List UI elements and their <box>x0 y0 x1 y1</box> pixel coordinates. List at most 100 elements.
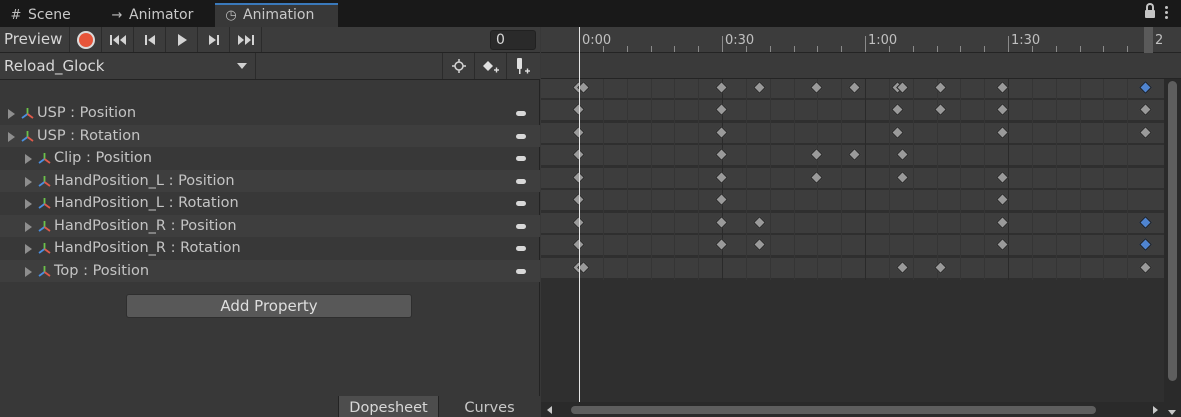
property-options-icon[interactable] <box>516 268 526 274</box>
property-options-icon[interactable] <box>516 111 526 116</box>
expand-arrow-icon[interactable] <box>25 154 32 164</box>
transform-icon <box>38 198 51 209</box>
add-keyframe-icon <box>482 61 499 73</box>
expand-arrow-icon[interactable] <box>25 244 32 254</box>
ruler-minor-tick <box>1103 46 1105 52</box>
vertical-scroll-thumb[interactable] <box>1168 81 1177 381</box>
property-row[interactable]: Clip : Position <box>0 147 540 170</box>
add-property-button[interactable]: Add Property <box>126 294 412 318</box>
ruler-minor-tick <box>674 46 676 52</box>
keyframe-track[interactable] <box>541 100 1164 120</box>
property-options-icon[interactable] <box>516 246 526 251</box>
ruler-end-label: 2 <box>1155 33 1164 48</box>
ruler-minor-tick <box>817 46 819 52</box>
play-icon <box>177 33 187 46</box>
property-label: HandPosition_L : Position <box>54 172 235 189</box>
tab-curves[interactable]: Curves <box>438 396 540 417</box>
ruler-time-label: 0:00 <box>582 33 612 48</box>
play-button[interactable] <box>166 27 198 52</box>
grid-line <box>1079 79 1081 280</box>
grid-line <box>650 79 652 280</box>
scroll-right-arrow[interactable] <box>1153 406 1158 414</box>
keyframe-track[interactable] <box>541 122 1164 143</box>
step-back-icon <box>144 34 155 45</box>
ruler-major-tick <box>722 36 723 52</box>
skip-start-icon <box>109 34 126 45</box>
keyframe-track[interactable] <box>541 257 1164 278</box>
expand-arrow-icon[interactable] <box>25 176 32 187</box>
transform-icon <box>21 130 34 142</box>
tab-animator[interactable]: → Animator <box>101 3 214 27</box>
lock-icon[interactable] <box>1145 3 1155 18</box>
property-options-icon[interactable] <box>516 178 526 184</box>
property-row[interactable]: HandPosition_L : Rotation <box>0 192 540 215</box>
expand-arrow-icon[interactable] <box>8 131 15 142</box>
next-keyframe-button[interactable] <box>198 27 230 52</box>
expand-arrow-icon[interactable] <box>25 221 32 232</box>
chevron-down-icon <box>237 63 247 69</box>
preview-button[interactable]: Preview <box>0 27 70 52</box>
property-options-icon[interactable] <box>516 201 526 206</box>
property-row[interactable]: HandPosition_L : Position <box>0 169 540 192</box>
scroll-down-arrow[interactable] <box>1168 410 1176 415</box>
scroll-left-arrow[interactable] <box>547 406 552 414</box>
property-label: USP : Position <box>37 105 137 121</box>
property-options-icon[interactable] <box>516 156 526 161</box>
expand-arrow-icon[interactable] <box>25 199 32 209</box>
property-row[interactable]: Top : Position <box>0 259 540 282</box>
ruler-time-label: 1:00 <box>868 33 898 48</box>
transform-icon <box>38 220 51 232</box>
add-keyframe-button[interactable] <box>474 53 506 79</box>
clip-dropdown[interactable]: Reload_Glock <box>0 53 256 79</box>
ruler-minor-tick <box>984 46 986 52</box>
grid-icon: # <box>10 8 22 23</box>
clock-icon: ◷ <box>225 8 237 23</box>
ruler-minor-tick <box>888 46 890 52</box>
horizontal-scrollbar[interactable] <box>541 402 1164 417</box>
time-ruler[interactable]: 2 0:00 0:30 1:00 1:30 <box>541 27 1181 53</box>
tab-scene[interactable]: # Scene <box>0 3 100 27</box>
ruler-minor-tick <box>960 46 962 52</box>
last-keyframe-button[interactable] <box>230 27 262 52</box>
grid-line <box>1055 79 1057 280</box>
playhead[interactable] <box>579 27 580 409</box>
property-row[interactable]: HandPosition_R : Position <box>0 214 540 237</box>
ruler-minor-tick <box>1127 46 1129 52</box>
tab-animation[interactable]: ◷ Animation <box>215 3 338 27</box>
keyframe-track[interactable] <box>541 235 1164 255</box>
filter-selection-button[interactable] <box>442 53 474 79</box>
property-label: HandPosition_R : Rotation <box>54 240 241 256</box>
ruler-minor-tick <box>1079 46 1081 52</box>
property-options-icon[interactable] <box>516 133 526 139</box>
property-row[interactable]: HandPosition_R : Rotation <box>0 237 540 260</box>
previous-keyframe-button[interactable] <box>134 27 166 52</box>
grid-line <box>602 79 604 280</box>
property-row[interactable]: USP : Rotation <box>0 124 540 147</box>
property-row[interactable]: USP : Position <box>0 102 540 125</box>
grid-line <box>626 79 628 280</box>
ruler-minor-tick <box>912 46 914 52</box>
grid-line <box>960 79 962 280</box>
horizontal-scroll-thumb[interactable] <box>571 406 1096 414</box>
keyframe-track[interactable] <box>541 212 1164 233</box>
vertical-scrollbar[interactable] <box>1164 79 1181 417</box>
add-event-button[interactable] <box>506 53 538 79</box>
more-options-icon[interactable] <box>1165 6 1169 20</box>
expand-arrow-icon[interactable] <box>8 109 15 119</box>
record-button[interactable] <box>70 27 102 52</box>
transform-icon <box>38 175 51 187</box>
keyframe-track[interactable] <box>541 190 1164 210</box>
tab-dopesheet[interactable]: Dopesheet <box>338 396 438 417</box>
property-label: USP : Rotation <box>37 127 141 144</box>
ruler-minor-tick <box>769 46 771 52</box>
first-keyframe-button[interactable] <box>102 27 134 52</box>
frame-field[interactable]: 0 <box>490 30 536 50</box>
property-options-icon[interactable] <box>516 223 526 229</box>
grid-line <box>769 79 771 280</box>
dopesheet-timeline[interactable]: 2 0:00 0:30 1:00 1:30 <box>541 27 1181 417</box>
record-icon <box>78 32 93 47</box>
grid-line <box>841 79 843 280</box>
event-track[interactable] <box>541 53 1181 79</box>
keyframe-track[interactable] <box>541 167 1164 188</box>
expand-arrow-icon[interactable] <box>25 266 32 277</box>
